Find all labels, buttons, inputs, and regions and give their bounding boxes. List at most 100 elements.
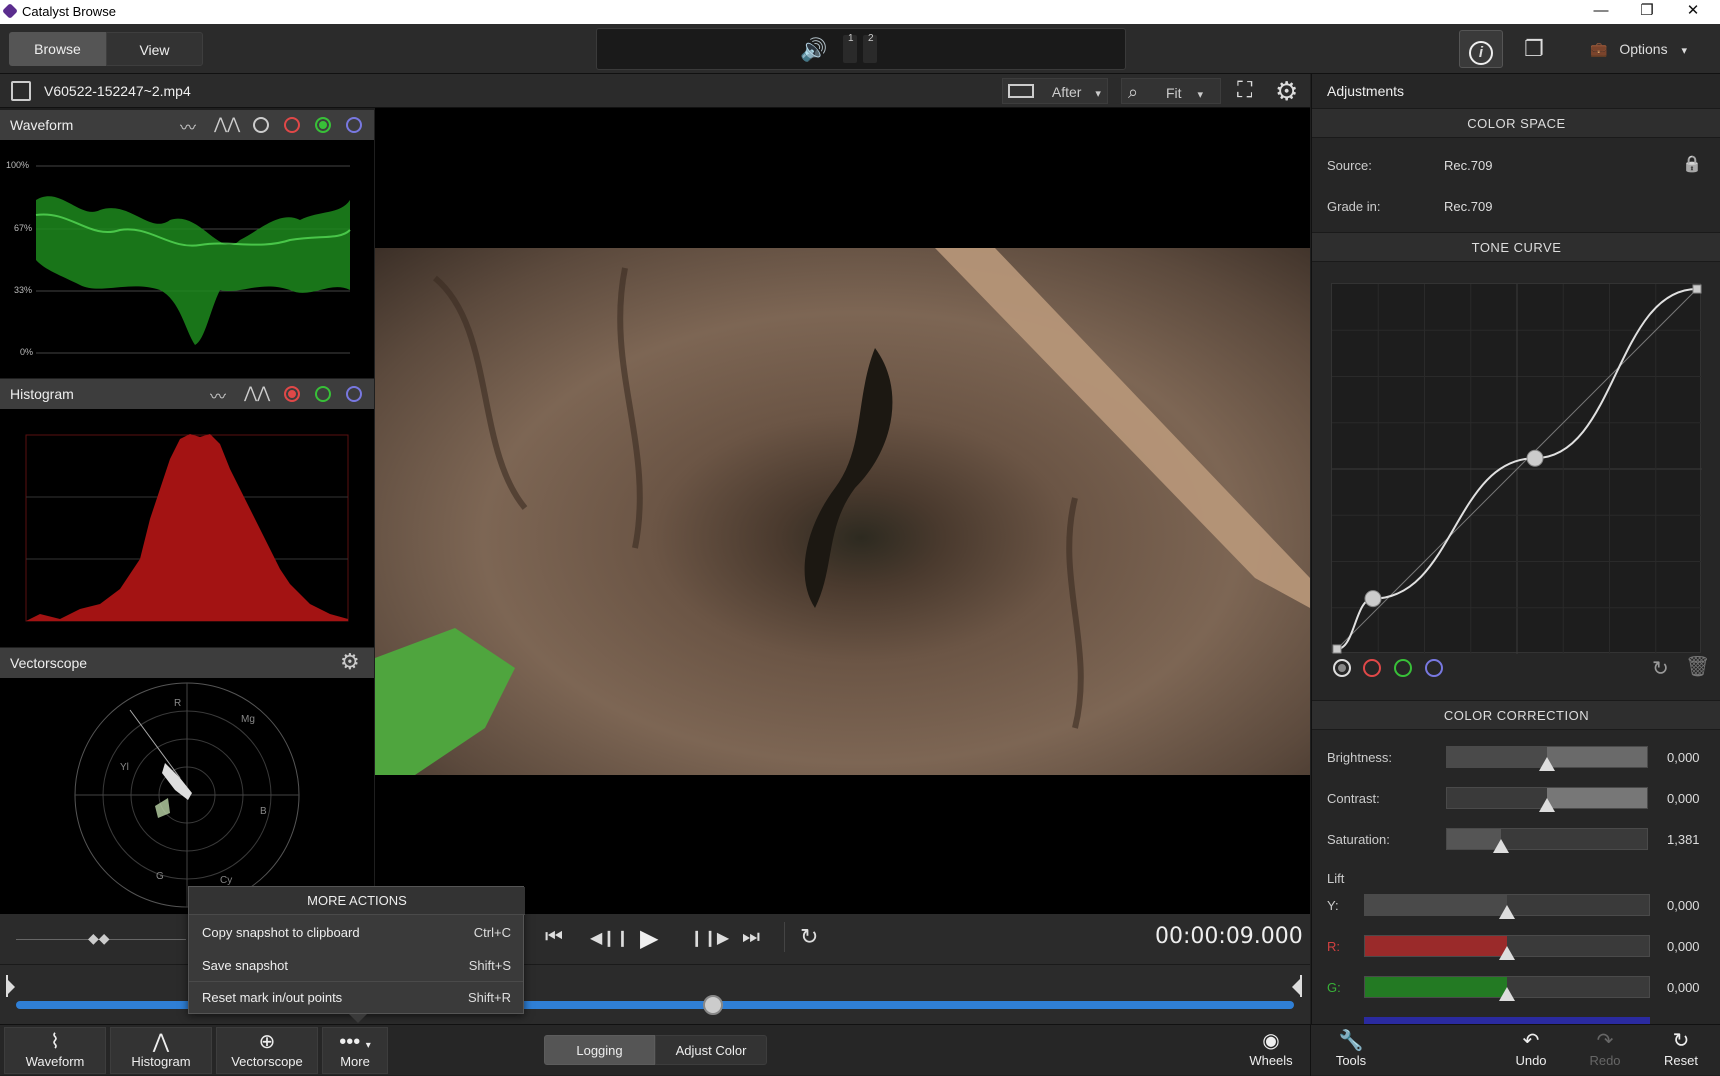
options-menu-button[interactable]: 💼 Options ▾ — [1590, 34, 1710, 64]
overlay-icon[interactable]: 〰 — [210, 383, 226, 407]
more-button[interactable]: ••• ▾ More — [322, 1027, 388, 1074]
slider-thumb[interactable] — [1499, 905, 1515, 919]
blue-channel-toggle[interactable] — [346, 117, 362, 133]
popup-arrow — [349, 1014, 367, 1023]
tone-curve-editor[interactable] — [1331, 283, 1702, 654]
go-to-end-icon[interactable]: ⏭ — [742, 926, 760, 949]
wheels-button[interactable]: ◉ Wheels — [1246, 1027, 1296, 1068]
minimize-button[interactable]: — — [1578, 0, 1624, 24]
vectorscope-settings-icon[interactable]: ⚙ — [340, 649, 360, 675]
wrench-icon: 🔧 — [1338, 1030, 1364, 1052]
trash-icon[interactable]: 🗑 — [1685, 654, 1710, 679]
video-viewer[interactable] — [375, 108, 1310, 914]
waveform-graph — [35, 165, 351, 354]
mark-out-handle[interactable] — [1292, 979, 1300, 995]
brightness-label: Brightness: — [1327, 750, 1393, 765]
waveform-button-label: Waveform — [25, 1054, 85, 1069]
waveform-button[interactable]: ⌇ Waveform — [4, 1027, 106, 1074]
vectorscope-button[interactable]: ⊕ Vectorscope — [216, 1027, 318, 1074]
mark-in-handle[interactable] — [7, 979, 15, 995]
info-button[interactable]: i — [1459, 30, 1503, 68]
slider-thumb[interactable] — [1539, 757, 1555, 771]
tools-button[interactable]: 🔧 Tools — [1326, 1027, 1376, 1068]
color-correction-header: COLOR CORRECTION — [1312, 700, 1720, 730]
windows-icon[interactable]: ❐ — [1512, 30, 1556, 68]
fullscreen-icon[interactable]: ⛶ — [1237, 77, 1252, 103]
slider-thumb[interactable] — [1539, 798, 1555, 812]
curve-red-toggle[interactable] — [1363, 659, 1381, 677]
curve-green-toggle[interactable] — [1394, 659, 1412, 677]
maximize-button[interactable]: ❐ — [1624, 0, 1670, 24]
playhead-handle[interactable] — [702, 995, 723, 1015]
more-actions-popup: MORE ACTIONS Copy snapshot to clipboard … — [188, 886, 525, 1023]
menu-item-shortcut: Shift+R — [468, 990, 511, 1005]
slider-thumb[interactable] — [1493, 839, 1509, 853]
step-back-icon[interactable]: ◀❙❙ — [590, 928, 629, 948]
curve-control-point[interactable] — [1692, 284, 1702, 294]
lock-icon[interactable]: 🔒 — [1682, 154, 1702, 174]
curve-control-point[interactable] — [1364, 590, 1382, 608]
curve-blue-toggle[interactable] — [1425, 659, 1443, 677]
curve-control-point[interactable] — [1526, 449, 1544, 467]
slider-fill-right — [1547, 788, 1647, 808]
parade-icon[interactable]: ⋀⋀ — [244, 383, 270, 403]
vector-label-mg: Mg — [241, 714, 255, 725]
histogram-button[interactable]: ⋀ Histogram — [110, 1027, 212, 1074]
reset-icon: ↻ — [1672, 1030, 1690, 1052]
luma-channel-toggle[interactable] — [253, 117, 269, 133]
vector-label-b: B — [260, 806, 267, 817]
logging-tab[interactable]: Logging — [544, 1035, 655, 1065]
reset-button[interactable]: ↻ Reset — [1656, 1027, 1706, 1068]
lift-b-slider-partial[interactable] — [1364, 1017, 1650, 1024]
undo-button[interactable]: ↶ Undo — [1506, 1027, 1556, 1068]
curve-reset-icon[interactable]: ↻ — [1652, 656, 1669, 681]
title-bar: Catalyst Browse — ❐ ✕ — [0, 0, 1720, 24]
loop-icon[interactable]: ↻ — [800, 924, 818, 950]
redo-button[interactable]: ↷ Redo — [1580, 1027, 1630, 1068]
brightness-slider[interactable] — [1446, 746, 1648, 771]
options-label: Options — [1619, 41, 1668, 57]
tone-curve-graph[interactable] — [1332, 284, 1702, 654]
step-forward-icon[interactable]: ❙❙▶ — [690, 928, 729, 948]
green-channel-toggle[interactable] — [315, 386, 331, 402]
compare-mode-select[interactable]: After ▾ — [1002, 78, 1108, 104]
close-button[interactable]: ✕ — [1670, 0, 1716, 24]
speaker-icon[interactable]: 🔊 — [800, 37, 827, 63]
lift-y-slider[interactable] — [1364, 894, 1650, 919]
jog-shuttle-icon[interactable]: ◆◆ — [88, 930, 110, 947]
slider-thumb[interactable] — [1499, 946, 1515, 960]
file-bar: V60522-152247~2.mp4 After ▾ ⌕ Fit ▾ ⛶ ⚙ — [0, 74, 1310, 108]
wheels-label: Wheels — [1249, 1053, 1293, 1068]
red-channel-toggle[interactable] — [284, 386, 300, 402]
sidebar-toggle-icon[interactable] — [11, 81, 31, 101]
adjust-color-tab[interactable]: Adjust Color — [655, 1035, 767, 1065]
blue-channel-toggle[interactable] — [346, 386, 362, 402]
curve-luma-toggle[interactable] — [1333, 659, 1351, 677]
slider-thumb[interactable] — [1499, 987, 1515, 1001]
briefcase-icon: 💼 — [1590, 41, 1608, 57]
curve-control-point[interactable] — [1332, 644, 1342, 654]
play-icon[interactable]: ▶ — [640, 924, 658, 953]
contrast-slider[interactable] — [1446, 787, 1648, 812]
parade-icon[interactable]: ⋀⋀ — [214, 114, 240, 134]
zoom-select[interactable]: ⌕ Fit ▾ — [1121, 78, 1221, 104]
reset-mark-points-item[interactable]: Reset mark in/out points Shift+R — [189, 982, 523, 1014]
lift-g-slider[interactable] — [1364, 976, 1650, 1001]
go-to-start-icon[interactable]: ⏮ — [545, 926, 563, 949]
waveform-label-33: 33% — [14, 285, 33, 295]
overlay-icon[interactable]: 〰 — [180, 114, 196, 138]
saturation-slider[interactable] — [1446, 828, 1648, 853]
waveform-scope: 100% 67% 33% 0% — [0, 140, 374, 378]
red-channel-toggle[interactable] — [284, 117, 300, 133]
green-channel-toggle[interactable] — [315, 117, 331, 133]
settings-gear-icon[interactable]: ⚙ — [1275, 76, 1298, 107]
adjustments-title: Adjustments — [1327, 83, 1405, 99]
save-snapshot-item[interactable]: Save snapshot Shift+S — [189, 950, 523, 982]
browse-tab[interactable]: Browse — [9, 32, 106, 66]
lift-r-slider[interactable] — [1364, 935, 1650, 960]
copy-snapshot-item[interactable]: Copy snapshot to clipboard Ctrl+C — [189, 917, 523, 949]
histogram-scope — [0, 409, 374, 647]
file-name: V60522-152247~2.mp4 — [44, 83, 191, 99]
menu-item-shortcut: Shift+S — [468, 958, 511, 973]
view-tab[interactable]: View — [106, 32, 203, 66]
